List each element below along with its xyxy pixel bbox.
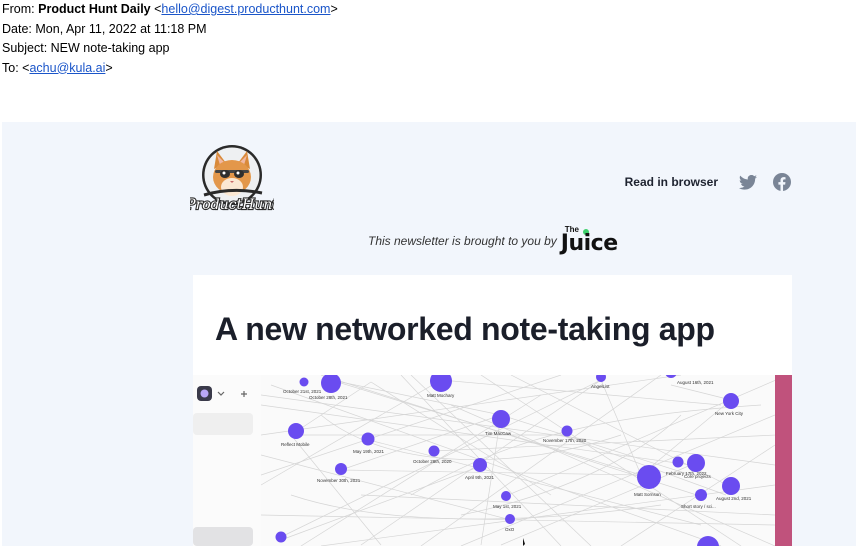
graph-label: Matt Sornson [634,492,661,497]
article-headline[interactable]: A new networked note-taking app [215,311,715,348]
graph-label: Matt Mochary [427,393,455,398]
sponsor-line: This newsletter is brought to you by The… [368,225,621,256]
date-row: Date: Mon, Apr 11, 2022 at 11:18 PM [2,20,338,40]
app-screenshot[interactable]: October 21st, 2021 October 28th, 2021 Ma… [193,366,792,546]
from-email-link[interactable]: hello@digest.producthunt.com [161,2,330,16]
from-name: Product Hunt Daily [38,2,151,16]
read-in-browser-link[interactable]: Read in browser [625,175,718,189]
graph-label: Reflect Mobile [281,442,310,447]
to-label: To: [2,60,19,75]
logo-text: ProductHunt [190,197,274,213]
app-sidebar [193,375,262,546]
app-sidebar-art [193,386,253,546]
graph-label: October 21st, 2021 [283,389,322,394]
juice-logo[interactable]: The Juice [561,225,621,256]
date-label: Date: [2,21,32,36]
graph-label: Short story / sci... [681,504,716,509]
sponsor-text: This newsletter is brought to you by [368,234,557,248]
graph-label: OxO [505,527,515,532]
subject-row: Subject: NEW note-taking app [2,39,338,59]
from-label: From: [2,2,35,16]
network-graph-art: October 21st, 2021 October 28th, 2021 Ma… [260,366,777,546]
graph-label: August 2nd, 2021 [716,496,752,501]
graph-label: August 16th, 2021 [677,380,714,385]
subject-label: Subject: [2,41,48,55]
app-window-edge [775,375,792,546]
twitter-icon[interactable] [738,172,758,192]
graph-label: May 1st, 2021 [493,504,522,509]
graph-label: November 17th, 2020 [543,438,587,443]
header-actions: Read in browser [625,172,792,192]
graph-label: New York City [715,411,744,416]
graph-label: AngelList [591,384,610,389]
graph-label: May 19th, 2021 [353,449,385,454]
to-row: To: <achu@kula.ai> [2,60,113,75]
graph-label: October 28th, 2020 [413,459,452,464]
juice-logo-text: Juice [560,231,618,256]
graph-label: November 30th, 2021 [317,478,361,483]
facebook-icon[interactable] [772,172,792,192]
email-header: From: Product Hunt Daily <hello@digest.p… [2,0,338,78]
date-value: Mon, Apr 11, 2022 at 11:18 PM [35,21,207,36]
subject-value: NEW note-taking app [50,41,170,55]
graph-label: Core projects [684,474,712,479]
from-row: From: Product Hunt Daily <hello@digest.p… [2,2,338,16]
product-hunt-logo-art: ProductHunt [184,145,279,214]
article-card: A new networked note-taking app October … [193,275,792,546]
product-hunt-logo[interactable]: ProductHunt [184,143,279,221]
graph-label: Tim MacCaw [485,431,512,436]
graph-label: April 9th, 2021 [465,475,495,480]
network-graph[interactable]: October 21st, 2021 October 28th, 2021 Ma… [260,366,777,546]
to-email-link[interactable]: achu@kula.ai [29,61,105,75]
graph-label: October 28th, 2021 [309,395,348,400]
mouse-cursor-icon [523,538,525,546]
